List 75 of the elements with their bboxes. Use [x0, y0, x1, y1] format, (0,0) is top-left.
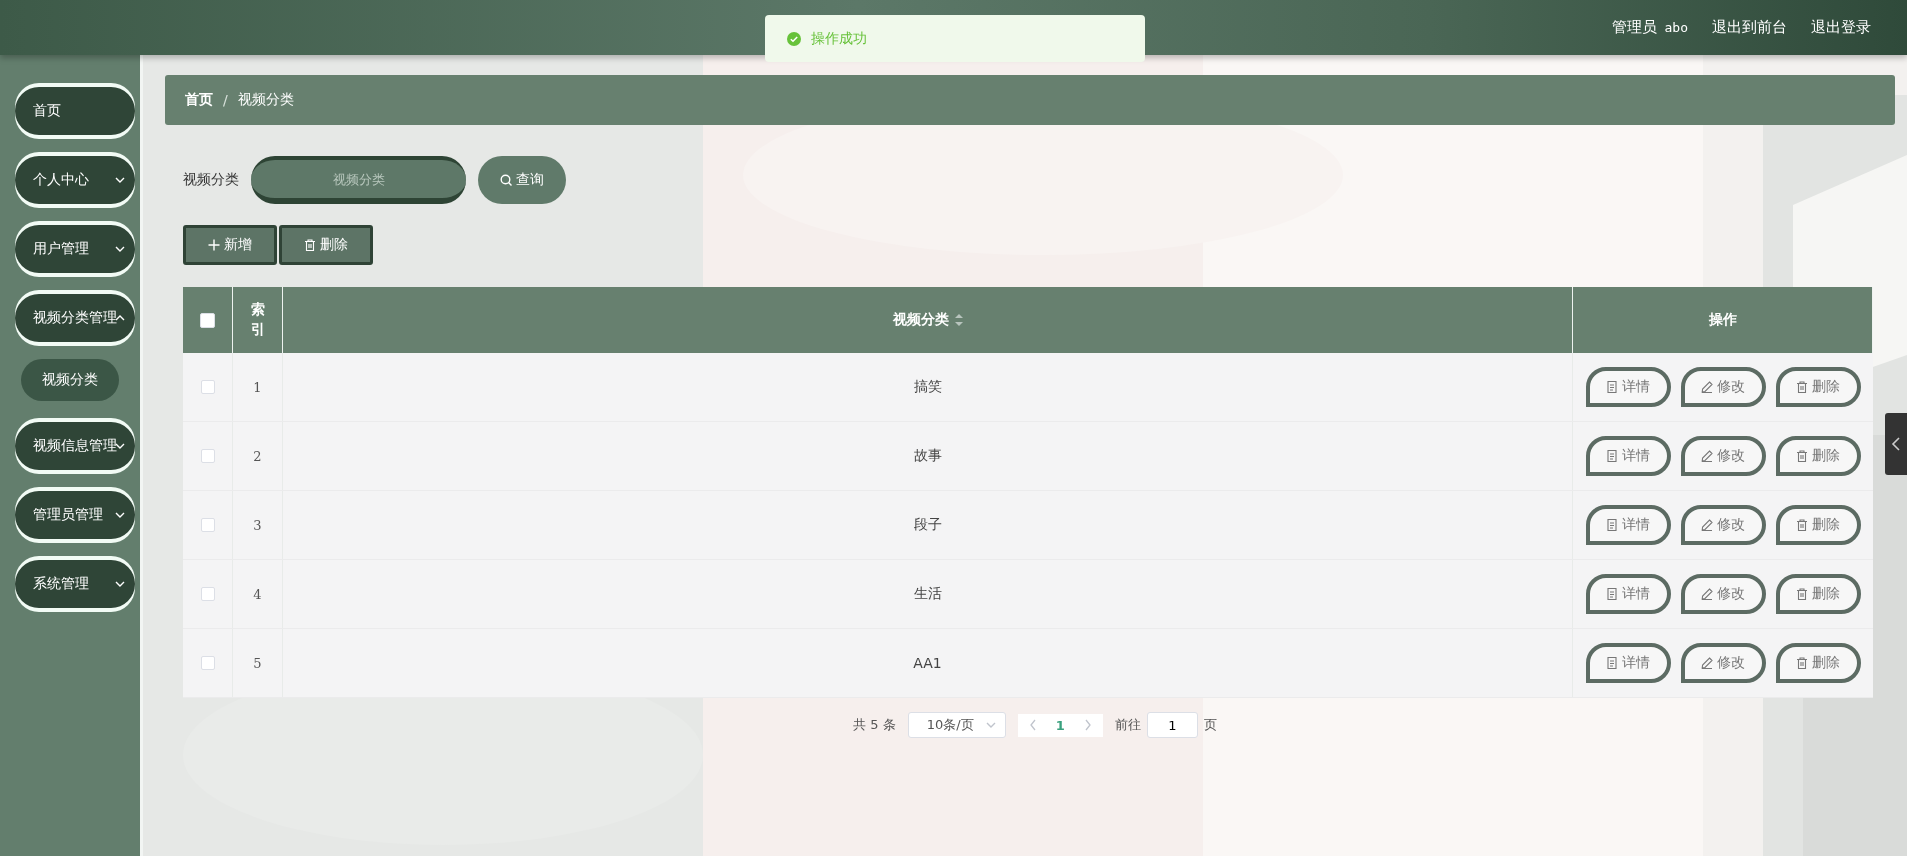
detail-button[interactable]: 详情: [1585, 505, 1671, 545]
top-link[interactable]: 退出到前台: [1712, 18, 1787, 37]
search-icon: [500, 174, 512, 186]
top-link[interactable]: 退出登录: [1811, 18, 1871, 37]
detail-button[interactable]: 详情: [1585, 574, 1671, 614]
page-suffix: 页: [1203, 716, 1217, 734]
column-header: 索引: [249, 300, 266, 339]
delete-button[interactable]: 删除: [1775, 367, 1861, 407]
chevron-left-icon: [1891, 436, 1901, 452]
trash-icon: [304, 239, 316, 251]
search-field[interactable]: 视频分类: [251, 156, 466, 204]
page-size-select[interactable]: 10条/页: [907, 712, 1006, 738]
trash-icon: [1796, 450, 1808, 462]
breadcrumb-item[interactable]: 首页: [185, 91, 213, 109]
column-header: 操作: [1708, 310, 1737, 330]
row-index: 1: [253, 379, 262, 395]
trash-icon: [1796, 519, 1808, 531]
pencil-icon: [1701, 519, 1713, 531]
username: abo: [1664, 20, 1688, 35]
checkbox[interactable]: [200, 449, 215, 463]
delete-button[interactable]: 删除: [1775, 505, 1861, 545]
pencil-icon: [1701, 657, 1713, 669]
document-icon: [1606, 450, 1618, 462]
goto-page-field[interactable]: 1: [1146, 712, 1198, 738]
add-button[interactable]: 新增: [183, 225, 277, 265]
delete-button[interactable]: 删除: [1775, 436, 1861, 476]
document-icon: [1606, 588, 1618, 600]
checkbox[interactable]: [200, 312, 215, 328]
edit-button[interactable]: 修改: [1680, 436, 1766, 476]
goto-label: 前往: [1114, 716, 1141, 734]
delete-button[interactable]: 删除: [1775, 643, 1861, 683]
trash-icon: [1796, 657, 1808, 669]
checkbox[interactable]: [200, 656, 215, 670]
checkbox[interactable]: [200, 518, 215, 532]
pencil-icon: [1701, 588, 1713, 600]
checkbox[interactable]: [200, 587, 215, 601]
total-count: 共 5 条: [853, 716, 896, 734]
row-index: 5: [253, 655, 262, 671]
row-index: 3: [253, 517, 262, 533]
submenu-item[interactable]: 视频分类: [21, 359, 119, 401]
document-icon: [1606, 657, 1618, 669]
edit-button[interactable]: 修改: [1680, 367, 1766, 407]
detail-button[interactable]: 详情: [1585, 367, 1671, 407]
detail-button[interactable]: 详情: [1585, 643, 1671, 683]
checkbox[interactable]: [200, 380, 215, 394]
check-circle-icon: [787, 31, 801, 46]
user-role: 管理员: [1611, 18, 1657, 37]
edit-button[interactable]: 修改: [1680, 643, 1766, 683]
document-icon: [1606, 519, 1618, 531]
delete-button[interactable]: 删除: [279, 225, 373, 265]
breadcrumb-separator: /: [223, 92, 228, 108]
pencil-icon: [1701, 450, 1713, 462]
pencil-icon: [1701, 381, 1713, 393]
edit-button[interactable]: 修改: [1680, 574, 1766, 614]
toast-text: 操作成功: [811, 29, 867, 48]
table-cell: AA1: [913, 655, 942, 671]
table-cell: 搞笑: [913, 378, 942, 396]
plus-icon: [208, 239, 220, 251]
table-cell: 生活: [913, 585, 942, 603]
field-label: 视频分类: [183, 171, 239, 189]
delete-button[interactable]: 删除: [1775, 574, 1861, 614]
breadcrumb-item: 视频分类: [237, 91, 294, 109]
collapse-button[interactable]: [1885, 413, 1907, 475]
table-cell: 段子: [913, 516, 942, 534]
search-button[interactable]: 查询: [478, 156, 566, 204]
row-index: 4: [253, 586, 262, 602]
trash-icon: [1796, 381, 1808, 393]
page-number[interactable]: 1: [1055, 717, 1065, 733]
document-icon: [1606, 381, 1618, 393]
edit-button[interactable]: 修改: [1680, 505, 1766, 545]
trash-icon: [1796, 588, 1808, 600]
row-index: 2: [253, 448, 262, 464]
table-cell: 故事: [913, 447, 942, 465]
column-header[interactable]: 视频分类: [892, 310, 949, 330]
detail-button[interactable]: 详情: [1585, 436, 1671, 476]
